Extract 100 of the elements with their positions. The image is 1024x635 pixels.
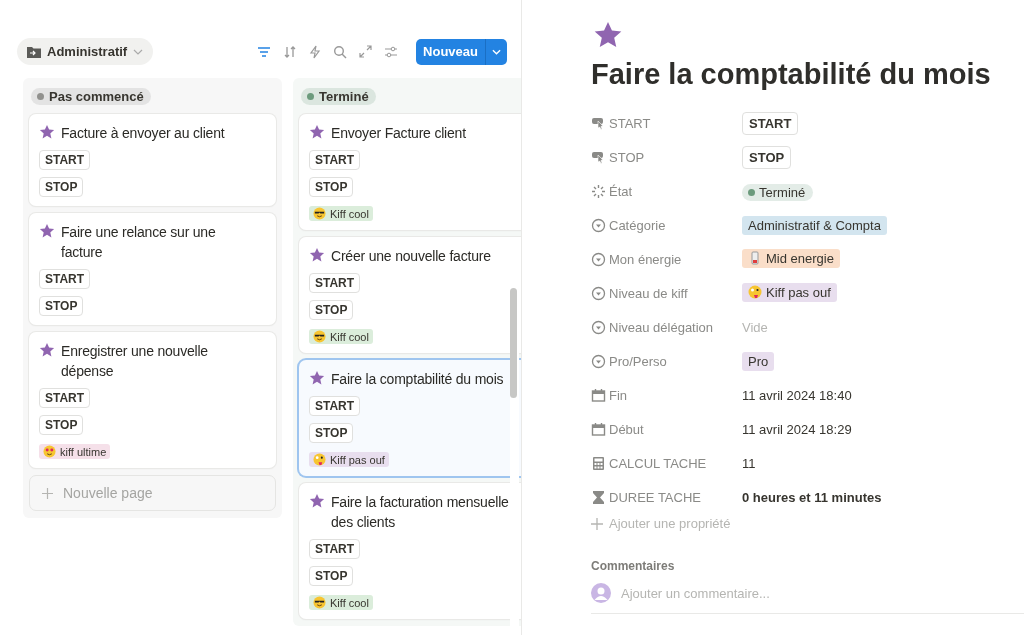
- card-title: Créer une nouvelle facture: [331, 247, 491, 266]
- property-label[interactable]: Niveau délégation: [591, 319, 742, 335]
- tag[interactable]: Administratif & Compta: [742, 215, 887, 235]
- task-card[interactable]: Faire la facturation mensuelle des clients START STOP Kiff cool: [299, 483, 521, 619]
- comments-heading: Commentaires: [591, 559, 676, 573]
- dropdown-icon: [591, 285, 606, 301]
- action-button[interactable]: START: [309, 273, 361, 293]
- property-label[interactable]: Début: [591, 421, 742, 437]
- action-button[interactable]: STOP: [309, 423, 354, 443]
- action-button[interactable]: STOP: [742, 145, 792, 169]
- sunglasses-face-icon: [313, 596, 326, 609]
- new-dropdown-button[interactable]: [485, 38, 507, 65]
- tag[interactable]: Pro: [742, 351, 775, 371]
- star-icon: [593, 20, 623, 50]
- card-title: Faire la facturation mensuelle des clients: [331, 493, 510, 532]
- battery-icon: [748, 251, 762, 266]
- star-icon: [309, 247, 325, 263]
- action-button[interactable]: START: [309, 150, 361, 170]
- action-button[interactable]: START: [742, 111, 799, 135]
- task-card[interactable]: Créer une nouvelle facture START STOP Kiff cool: [299, 237, 521, 353]
- plus-icon: [591, 517, 603, 530]
- star-icon: [39, 223, 55, 239]
- calculator-icon: [591, 455, 606, 471]
- sunglasses-face-icon: [313, 207, 326, 220]
- tag: Kiff pas ouf: [309, 452, 389, 467]
- task-card[interactable]: Envoyer Facture client START STOP Kiff cool: [299, 114, 521, 230]
- silly-face-icon: [313, 453, 326, 466]
- dropdown-icon: [591, 217, 606, 233]
- tag[interactable]: Mid energie: [742, 248, 840, 268]
- sunglasses-face-icon: [313, 330, 326, 343]
- status-label: Terminé: [301, 88, 376, 105]
- filter-icon[interactable]: [257, 45, 272, 58]
- cursor-click-icon: [591, 149, 606, 165]
- calendar-icon: [591, 387, 606, 403]
- card-title: Enregistrer une nouvelle dépense: [61, 342, 209, 381]
- page-title[interactable]: Faire la comptabilité du mois: [591, 56, 1024, 92]
- action-button[interactable]: STOP: [39, 415, 84, 435]
- silly-face-icon: [748, 285, 762, 300]
- action-button[interactable]: STOP: [309, 300, 354, 320]
- property-label[interactable]: Catégorie: [591, 217, 742, 233]
- dropdown-icon: [591, 319, 606, 335]
- property-label[interactable]: État: [591, 183, 742, 199]
- task-card[interactable]: Enregistrer une nouvelle dépense START STOP kiff ultime: [29, 332, 276, 468]
- card-title: Envoyer Facture client: [331, 124, 466, 143]
- new-button[interactable]: Nouveau: [416, 38, 485, 65]
- card-title: Faire la comptabilité du mois: [331, 370, 504, 389]
- heart-eyes-face-icon: [43, 445, 56, 458]
- action-button[interactable]: STOP: [309, 566, 354, 586]
- card-title: Facture à envoyer au client: [61, 124, 225, 143]
- property-label[interactable]: STOP: [591, 149, 742, 165]
- dropdown-icon: [591, 251, 606, 267]
- property-label[interactable]: Mon énergie: [591, 251, 742, 267]
- property-value[interactable]: 11 avril 2024 18:29: [742, 422, 852, 437]
- star-icon: [309, 370, 325, 386]
- card-title: Faire une relance sur une facture: [61, 223, 217, 262]
- loading-icon: [591, 183, 606, 199]
- action-button[interactable]: STOP: [39, 296, 84, 316]
- avatar-icon: [591, 583, 611, 603]
- folder-icon: [27, 45, 41, 58]
- star-icon: [39, 124, 55, 140]
- property-value[interactable]: 11 avril 2024 18:40: [742, 388, 852, 403]
- chevron-down-icon: [492, 48, 501, 55]
- chevron-down-icon: [133, 48, 144, 55]
- status-label: Pas commencé: [31, 88, 151, 105]
- action-button[interactable]: STOP: [39, 177, 84, 197]
- view-selector[interactable]: Administratif: [17, 38, 154, 65]
- property-value[interactable]: 0 heures et 11 minutes: [742, 490, 882, 505]
- status-text: Terminé: [759, 184, 806, 200]
- sort-icon[interactable]: [283, 44, 298, 59]
- tag[interactable]: Kiff pas ouf: [742, 282, 837, 302]
- action-button[interactable]: START: [39, 388, 91, 408]
- action-button[interactable]: START: [309, 539, 361, 559]
- action-button[interactable]: START: [309, 396, 361, 416]
- action-button[interactable]: STOP: [309, 177, 354, 197]
- dropdown-icon: [591, 353, 606, 369]
- action-button[interactable]: START: [39, 269, 91, 289]
- star-icon: [309, 124, 325, 140]
- tag: Kiff cool: [309, 329, 373, 344]
- property-label[interactable]: CALCUL TACHE: [591, 455, 742, 471]
- star-icon: [309, 493, 325, 509]
- cursor-click-icon: [591, 115, 606, 131]
- hourglass-icon: [591, 489, 606, 505]
- settings-icon[interactable]: [384, 45, 399, 58]
- property-label[interactable]: Niveau de kiff: [591, 285, 742, 301]
- property-value[interactable]: 11: [742, 456, 756, 471]
- search-icon[interactable]: [333, 44, 348, 59]
- expand-icon[interactable]: [359, 45, 373, 58]
- plus-icon: [42, 487, 53, 499]
- action-button[interactable]: START: [39, 150, 91, 170]
- task-card[interactable]: Faire une relance sur une facture START STOP: [29, 213, 276, 325]
- property-label[interactable]: Pro/Perso: [591, 353, 742, 369]
- calendar-icon: [591, 421, 606, 437]
- task-card[interactable]: Facture à envoyer au client START STOP: [29, 114, 276, 206]
- tag: kiff ultime: [39, 444, 111, 459]
- status-tag[interactable]: Terminé: [742, 183, 814, 201]
- tag: Kiff cool: [309, 206, 373, 221]
- lightning-icon[interactable]: [309, 44, 322, 59]
- star-icon: [39, 342, 55, 358]
- task-card[interactable]: Faire la comptabilité du mois START STOP Kiff pas ouf: [299, 360, 521, 476]
- tag: Kiff cool: [309, 595, 373, 610]
